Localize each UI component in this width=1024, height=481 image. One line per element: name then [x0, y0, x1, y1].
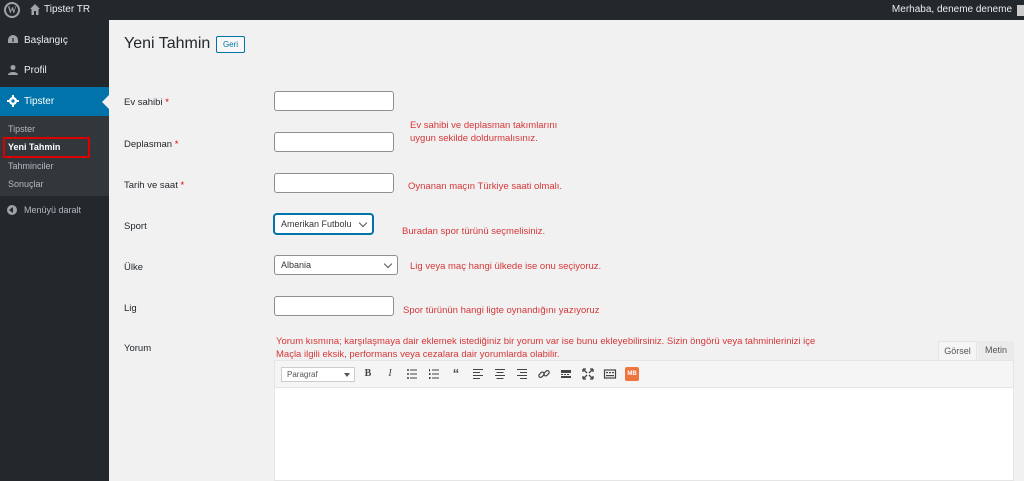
sidebar-item-label: Tipster: [24, 96, 55, 107]
required-mark: *: [174, 139, 179, 150]
link-icon[interactable]: [537, 367, 551, 381]
sport-note: Buradan spor türünü seçmelisiniz.: [402, 226, 546, 237]
admin-bar: W Tipster TR Merhaba, deneme deneme: [0, 0, 1024, 20]
dashboard-icon: [8, 35, 18, 43]
sport-label: Sport: [124, 221, 147, 232]
read-more-icon[interactable]: [559, 367, 573, 381]
align-right-icon[interactable]: [515, 367, 529, 381]
user-greeting[interactable]: Merhaba, deneme deneme: [892, 4, 1012, 15]
mb-plugin-icon[interactable]: MB: [625, 367, 639, 381]
site-name-link[interactable]: Tipster TR: [44, 4, 90, 15]
country-label: Ülke: [124, 262, 144, 273]
align-left-icon[interactable]: [471, 367, 485, 381]
sport-select[interactable]: Amerikan Futbolu: [274, 214, 373, 234]
format-select-value: Paragraf: [287, 370, 318, 379]
chevron-down-icon: [383, 259, 393, 269]
required-mark: *: [165, 97, 169, 108]
avatar[interactable]: [1017, 5, 1024, 16]
chevron-down-icon: [358, 218, 368, 228]
datetime-note: Oynanan maçın Türkiye saati olmalı.: [408, 181, 563, 192]
league-note: Spor türünün hangi ligte oynandığını yaz…: [403, 305, 600, 316]
country-note: Lig veya maç hangi ülkede ise onu seçiyo…: [410, 261, 602, 272]
sidebar-item-tipster[interactable]: Tipster: [0, 87, 109, 117]
bullet-list-icon[interactable]: [405, 367, 419, 381]
collapse-arrow-icon: [7, 205, 17, 215]
datetime-label-text: Tarih ve saat: [124, 180, 178, 191]
home-icon[interactable]: [30, 4, 40, 15]
comment-note: Yorum kısmına; karşılaşmaya dair eklemek…: [276, 335, 858, 361]
toolbar-toggle-icon[interactable]: [603, 367, 617, 381]
sidebar-item-label: Profil: [24, 65, 47, 76]
away-team-input[interactable]: [274, 132, 394, 152]
fullscreen-icon[interactable]: [581, 367, 595, 381]
home-team-label: Ev sahibi *: [124, 97, 169, 108]
tab-visual[interactable]: Görsel: [938, 341, 977, 360]
format-select[interactable]: Paragraf: [281, 367, 355, 382]
tab-text[interactable]: Metin: [978, 341, 1014, 360]
collapse-menu-button[interactable]: Menüyü daralt: [0, 200, 109, 220]
wordpress-logo-icon[interactable]: W: [4, 2, 20, 18]
submenu-item-results[interactable]: Sonuçlar: [8, 179, 44, 189]
gear-icon: [7, 95, 19, 107]
highlight-box: [3, 137, 90, 158]
datetime-input[interactable]: [274, 173, 394, 193]
league-input[interactable]: [274, 296, 394, 316]
user-icon: [8, 65, 18, 75]
teams-note: Ev sahibi ve deplasman takımlarını uygun…: [410, 119, 557, 145]
submenu-item-predictors[interactable]: Tahminciler: [8, 161, 54, 171]
sidebar-item-profile[interactable]: Profil: [0, 56, 109, 86]
league-label: Lig: [124, 303, 137, 314]
admin-sidebar: Başlangıç Profil Tipster Tipster Yeni Ta…: [0, 20, 109, 481]
teams-note-line: uygun sekilde doldurmalısınız.: [410, 133, 538, 144]
sport-select-value: Amerikan Futbolu: [281, 219, 352, 229]
sidebar-item-dashboard[interactable]: Başlangıç: [0, 26, 109, 56]
comment-editor[interactable]: [274, 388, 1014, 481]
teams-note-line: Ev sahibi ve deplasman takımlarını: [410, 120, 558, 131]
home-team-label-text: Ev sahibi: [124, 97, 163, 108]
caret-down-icon: [344, 373, 350, 377]
page-title: Yeni Tahmin: [124, 35, 211, 52]
comment-note-line: Yorum kısmına; karşılaşmaya dair eklemek…: [276, 336, 816, 347]
italic-icon[interactable]: I: [383, 367, 397, 381]
numbered-list-icon[interactable]: [427, 367, 441, 381]
datetime-label: Tarih ve saat *: [124, 180, 184, 191]
away-team-label: Deplasman *: [124, 139, 178, 150]
away-team-label-text: Deplasman: [124, 139, 173, 150]
submenu-item-tipster[interactable]: Tipster: [8, 124, 35, 134]
align-center-icon[interactable]: [493, 367, 507, 381]
editor-toolbar: Paragraf B I “ MB: [274, 360, 1014, 388]
home-team-input[interactable]: [274, 91, 394, 111]
sidebar-item-label: Başlangıç: [24, 35, 68, 46]
comment-label: Yorum: [124, 343, 152, 354]
blockquote-icon[interactable]: “: [449, 367, 463, 381]
bold-icon[interactable]: B: [361, 367, 375, 381]
required-mark: *: [180, 180, 185, 191]
country-select[interactable]: Albania: [274, 255, 398, 275]
collapse-menu-label: Menüyü daralt: [24, 205, 82, 215]
back-button[interactable]: Geri: [216, 36, 245, 53]
country-select-value: Albania: [281, 260, 312, 270]
